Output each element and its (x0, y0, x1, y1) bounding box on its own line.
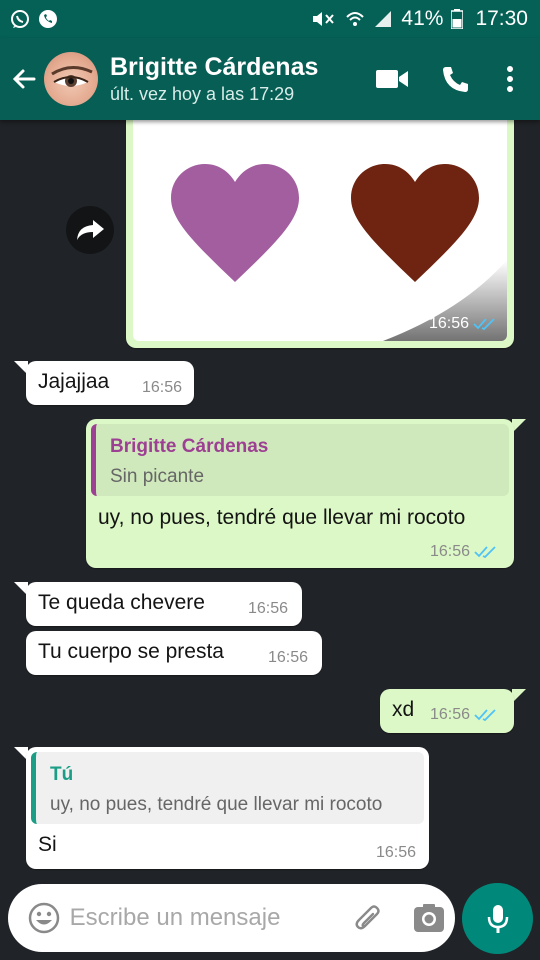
quoted-message[interactable]: Brigitte Cárdenas Sin picante (91, 424, 509, 496)
bubble-tail (512, 689, 526, 703)
back-button[interactable] (4, 38, 44, 120)
message-time: 16:56 (268, 649, 309, 666)
emoji-button[interactable] (8, 884, 60, 952)
voice-message-button[interactable] (462, 883, 533, 954)
image-attachment[interactable]: 16:56 (133, 110, 507, 341)
image-message[interactable]: 16:56 (126, 110, 514, 348)
message-time: 16:56 (376, 844, 417, 861)
message-time: 16:56 (430, 706, 471, 723)
quoted-author: Brigitte Cárdenas (110, 436, 269, 457)
message-time: 16:56 (248, 600, 289, 617)
forward-icon (77, 220, 104, 240)
status-bar: 41% 17:30 (0, 0, 540, 38)
chat-area[interactable]: 16:56 Jajajjaa 16:56 Brigitte Cárdenas S… (0, 110, 540, 882)
quoted-message[interactable]: Tú uy, no pues, tendré que llevar mi roc… (31, 752, 424, 824)
video-call-button[interactable] (360, 49, 424, 109)
message-text: Si (38, 833, 57, 856)
contact-name: Brigitte Cárdenas (110, 53, 319, 81)
header-actions (360, 49, 532, 109)
status-bar-notifications (10, 9, 58, 29)
emoji-icon (28, 902, 59, 934)
message-time: 16:56 (142, 379, 183, 396)
back-arrow-icon (12, 69, 36, 89)
camera-icon (414, 904, 445, 932)
more-vert-icon (507, 66, 513, 92)
message-text: Te queda chevere (38, 591, 205, 614)
quoted-author: Tú (50, 764, 74, 785)
read-ticks-icon (474, 546, 496, 559)
mute-icon (313, 12, 335, 26)
video-call-icon (376, 70, 408, 88)
attach-button[interactable] (344, 884, 394, 952)
more-options-button[interactable] (488, 49, 532, 109)
voice-call-button[interactable] (424, 49, 488, 109)
message-text: xd (392, 698, 415, 721)
message-text: Tu cuerpo se presta (38, 640, 224, 663)
signal-icon (375, 11, 392, 27)
message-meta: 16:56 (430, 543, 498, 561)
message-meta: 16:56 (430, 706, 498, 724)
avatar[interactable] (44, 52, 98, 106)
message-bubble-outgoing[interactable]: Brigitte Cárdenas Sin picante uy, no pue… (86, 419, 514, 568)
whatsapp-icon (11, 10, 29, 28)
quoted-text: uy, no pues, tendré que llevar mi rocoto (50, 794, 383, 815)
message-bubble-incoming[interactable]: Jajajjaa 16:56 (26, 361, 194, 405)
attach-icon (356, 905, 381, 930)
message-text: Jajajjaa (38, 370, 110, 393)
chat-header: Brigitte Cárdenas últ. vez hoy a las 17:… (0, 38, 540, 120)
message-input[interactable] (69, 904, 330, 932)
contact-info[interactable]: Brigitte Cárdenas últ. vez hoy a las 17:… (110, 52, 360, 106)
forward-button[interactable] (66, 206, 114, 254)
camera-button[interactable] (403, 884, 455, 952)
phone-icon (39, 10, 57, 28)
message-bubble-incoming[interactable]: Te queda chevere 16:56 (26, 582, 302, 626)
image-timestamp: 16:56 (429, 315, 497, 333)
message-bubble-incoming[interactable]: Tú uy, no pues, tendré que llevar mi roc… (26, 747, 429, 869)
phone-call-icon (443, 67, 468, 92)
status-bar-system: 41% 17:30 (311, 7, 528, 31)
message-time: 16:56 (430, 543, 471, 560)
message-composer (8, 884, 455, 952)
read-ticks-icon (474, 709, 496, 722)
message-bubble-outgoing[interactable]: xd 16:56 (380, 689, 514, 733)
battery-percent: 41% (401, 7, 444, 30)
message-time: 16:56 (428, 315, 469, 332)
avatar-eye-icon (51, 66, 93, 87)
read-ticks-icon (473, 318, 495, 331)
message-bubble-incoming[interactable]: Tu cuerpo se presta 16:56 (26, 631, 322, 675)
battery-icon (451, 9, 464, 29)
hearts-image (171, 164, 507, 341)
last-seen: últ. vez hoy a las 17:29 (110, 84, 295, 104)
bubble-tail (512, 419, 526, 433)
mic-icon (487, 904, 508, 933)
wifi-icon (346, 12, 365, 26)
clock: 17:30 (475, 7, 528, 30)
quoted-text: Sin picante (110, 466, 205, 487)
message-text: uy, no pues, tendré que llevar mi rocoto (98, 506, 466, 529)
